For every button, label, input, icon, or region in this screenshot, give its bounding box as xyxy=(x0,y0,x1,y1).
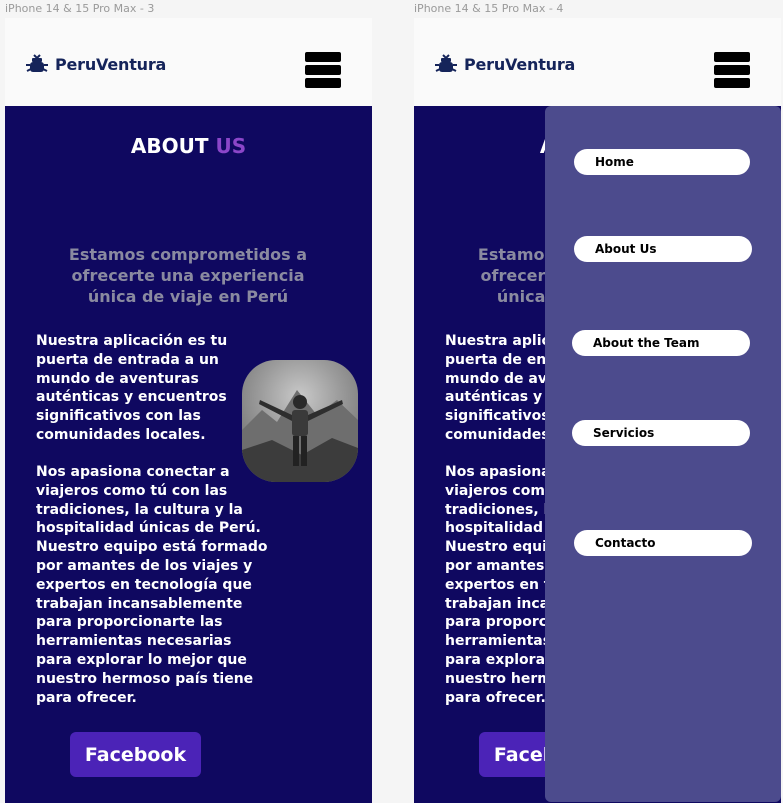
brand-logo[interactable]: PeruVentura xyxy=(25,52,166,76)
brand-logo[interactable]: PeruVentura xyxy=(434,52,575,76)
frame-label-3: iPhone 14 & 15 Pro Max - 3 xyxy=(5,2,155,15)
app-header: PeruVentura xyxy=(414,18,781,106)
menu-item-servicios[interactable]: Servicios xyxy=(572,420,750,446)
menu-item-contacto[interactable]: Contacto xyxy=(574,530,752,556)
frame-label-4: iPhone 14 & 15 Pro Max - 4 xyxy=(414,2,564,15)
title-accent: US xyxy=(215,134,247,158)
menu-item-home[interactable]: Home xyxy=(574,149,750,175)
menu-item-about-us[interactable]: About Us xyxy=(574,236,752,262)
tagline: Estamos comprometidos a ofrecerte una ex… xyxy=(68,245,308,306)
nav-menu-panel: Home About Us About the Team Servicios C… xyxy=(545,106,781,802)
brand-name: PeruVentura xyxy=(464,54,576,74)
app-header: PeruVentura xyxy=(5,18,372,106)
facebook-button[interactable]: Facebook xyxy=(70,732,201,777)
menu-item-about-team[interactable]: About the Team xyxy=(572,330,750,356)
phone-frame-about: PeruVentura ABOUT US Estamos comprometid… xyxy=(5,18,372,803)
about-section: ABOUT US Estamos comprometidos a ofrecer… xyxy=(5,106,372,803)
hamburger-icon[interactable] xyxy=(714,52,750,88)
mission-paragraph: Nos apasiona conectar a viajeros como tú… xyxy=(36,464,268,706)
bug-icon xyxy=(26,54,48,72)
hamburger-icon[interactable] xyxy=(305,52,341,88)
bug-icon xyxy=(435,54,457,72)
intro-paragraph: Nuestra aplicación es tu puerta de entra… xyxy=(36,333,228,443)
brand-name: PeruVentura xyxy=(55,54,167,74)
page-title: ABOUT US xyxy=(130,134,247,158)
